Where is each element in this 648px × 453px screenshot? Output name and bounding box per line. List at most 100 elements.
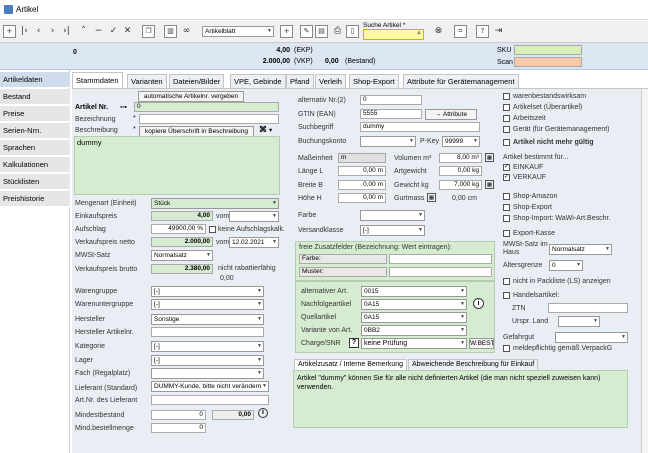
gtin-field[interactable]: 5555 <box>360 109 422 119</box>
gewicht-field[interactable]: 7,000 kg <box>439 180 482 190</box>
zusatz-farbe-key[interactable]: Farbe: <box>299 254 387 264</box>
info-icon[interactable]: i <box>473 298 484 309</box>
scan-icon[interactable]: ⌗ <box>454 25 467 38</box>
altart-select[interactable]: 0015 ▼ <box>361 286 467 297</box>
vk-netto-field[interactable]: 2.000,00 <box>151 237 213 247</box>
search-input[interactable]: ⌕ <box>363 29 424 40</box>
laenge-field[interactable]: 0,00 m <box>338 166 386 176</box>
nachfolge-select[interactable]: 0A15 ▼ <box>361 299 467 310</box>
masseinheit-field[interactable]: m <box>338 153 386 163</box>
artgewicht-field[interactable]: 0,00 kg <box>439 166 482 176</box>
arbeitszeit-checkbox[interactable] <box>503 115 510 122</box>
warengruppe-select[interactable]: [-] ▼ <box>151 286 264 297</box>
sidebar-item-preishistorie[interactable]: Preishistorie <box>0 191 70 207</box>
auto-artnr-button[interactable]: automatische Artikelnr. vergeben <box>138 91 244 102</box>
gefahrgut-select[interactable]: ▼ <box>555 332 628 343</box>
mwst-haus-select[interactable]: Normalsatz ▼ <box>549 244 612 255</box>
zusatz-muster-key[interactable]: Muster: <box>299 267 387 277</box>
key-icon[interactable]: ⊶ <box>120 103 127 111</box>
einkauf-checkbox[interactable]: ✓ <box>503 164 510 171</box>
lager-select[interactable]: [-] ▼ <box>151 355 264 366</box>
first-record-icon[interactable]: |‹ <box>18 25 31 38</box>
warenuntergruppe-select[interactable]: [-] ▼ <box>151 299 264 310</box>
ursprung-select[interactable]: ▼ <box>558 316 600 327</box>
new-record-icon[interactable]: + <box>3 25 16 38</box>
calculator-icon[interactable]: ▦ <box>427 193 436 202</box>
fach-select[interactable]: ▼ <box>151 368 264 379</box>
sku-field[interactable] <box>514 45 582 55</box>
help-icon[interactable]: ? <box>476 25 489 38</box>
sidebar-item-artikeldaten[interactable]: Artikeldaten <box>0 72 70 88</box>
description-text-area[interactable]: dummy <box>74 136 280 195</box>
artnr-lieferant-field[interactable] <box>151 395 269 405</box>
mindbestell-field[interactable]: 0 <box>151 423 206 433</box>
calculator-icon[interactable]: ▦ <box>485 153 494 162</box>
caret-up-icon[interactable]: ˄ <box>77 25 90 38</box>
dropdown-icon[interactable]: ▾ <box>269 126 272 134</box>
tab-verleih[interactable]: Verleih <box>315 74 346 88</box>
nicht-gueltig-checkbox[interactable] <box>503 139 510 146</box>
tab-shop-export[interactable]: Shop-Export <box>349 74 399 88</box>
mindestbestand-field[interactable]: 0 <box>151 410 206 420</box>
sidebar-item-preise[interactable]: Preise <box>0 106 70 122</box>
verkauf-checkbox[interactable]: ✓ <box>503 174 510 181</box>
hoehe-field[interactable]: 0,00 m <box>338 193 386 203</box>
breite-field[interactable]: 0,00 m <box>338 180 386 190</box>
sidebar-item-sprachen[interactable]: Sprachen <box>0 140 70 156</box>
versandklasse-select[interactable]: [-] ▼ <box>360 225 425 236</box>
bezeichnung-field[interactable] <box>139 114 279 124</box>
mwst-select[interactable]: Normalsatz ▼ <box>151 250 213 261</box>
add-view-icon[interactable]: + <box>280 25 293 38</box>
aufschlag-field[interactable]: 49900,00 % <box>151 224 206 234</box>
handelsartikel-checkbox[interactable] <box>503 292 510 299</box>
pdf-icon[interactable]: ▯ <box>346 25 359 38</box>
farbe-select[interactable]: ▼ <box>360 210 425 221</box>
vertical-scrollbar[interactable] <box>641 89 648 453</box>
attribute-button[interactable]: → Attribute <box>425 109 477 120</box>
zusatz-farbe-value[interactable] <box>389 254 492 264</box>
next-record-icon[interactable]: › <box>46 25 59 38</box>
hersteller-artnr-field[interactable] <box>151 327 264 337</box>
info-icon[interactable]: i <box>258 408 268 418</box>
einkaufspreis-field[interactable]: 4,00 <box>151 211 213 221</box>
warenbestandswirksam-checkbox[interactable] <box>503 93 510 100</box>
help-icon[interactable]: ? <box>349 338 359 348</box>
binoculars-icon[interactable]: ⊗ <box>432 25 445 38</box>
copy-icon[interactable]: ❐ <box>142 25 155 38</box>
shop-amazon-checkbox[interactable] <box>503 193 510 200</box>
artikelset-checkbox[interactable] <box>503 104 510 111</box>
print-icon[interactable]: ⎙ <box>331 25 344 38</box>
keine-aufschlag-checkbox[interactable] <box>209 226 216 233</box>
packliste-checkbox[interactable] <box>503 278 510 285</box>
last-record-icon[interactable]: ›| <box>60 25 73 38</box>
quell-select[interactable]: 0A15 ▼ <box>361 312 467 323</box>
shop-import-checkbox[interactable] <box>503 215 510 222</box>
suchbegriff-field[interactable]: dummy <box>360 122 480 132</box>
tab-dateien-bilder[interactable]: Dateien/Bilder <box>169 74 225 88</box>
view-select[interactable]: Artikelblatt ▼ <box>202 26 274 37</box>
sidebar-item-serien-nrn[interactable]: Serien-Nrn. <box>0 123 70 139</box>
artnr-field[interactable]: 0 <box>134 102 279 112</box>
pkey-select[interactable]: 99999 ▼ <box>442 136 480 147</box>
minus-icon[interactable]: − <box>92 25 105 38</box>
chart-icon[interactable]: ▥ <box>164 25 177 38</box>
mengenart-select[interactable]: Stück ▼ <box>151 198 279 209</box>
geraet-checkbox[interactable] <box>503 126 510 133</box>
tab-abweichende-beschreibung[interactable]: Abweichende Beschreibung für Einkauf <box>408 359 539 370</box>
charge-select[interactable]: keine Prüfung ▼ <box>361 338 467 349</box>
tab-pfand[interactable]: Pfand <box>286 74 314 88</box>
sidebar-item-bestand[interactable]: Bestand <box>0 89 70 105</box>
vk-brutto-field[interactable]: 2.380,00 <box>151 264 213 274</box>
checkmark-icon[interactable]: ✓ <box>107 25 120 38</box>
ztn-field[interactable] <box>548 303 628 313</box>
wbest-button[interactable]: W.BEST <box>469 338 494 349</box>
hersteller-select[interactable]: Sonstige ▼ <box>151 314 264 325</box>
buchungskonto-select[interactable]: ▼ <box>360 136 416 147</box>
shop-export-checkbox[interactable] <box>503 204 510 211</box>
export-kasse-checkbox[interactable] <box>503 230 510 237</box>
tab-attribute-geraetemanagement[interactable]: Attribute für Gerätemanagement <box>403 74 519 88</box>
tab-artikelzusatz[interactable]: Artikelzusatz / Interne Bemerkung <box>294 359 408 370</box>
altersgrenze-select[interactable]: 0 ▼ <box>549 260 583 271</box>
tab-vpe-gebinde[interactable]: VPE, Gebinde <box>230 74 286 88</box>
sidebar-item-stuecklisten[interactable]: Stücklisten <box>0 174 70 190</box>
